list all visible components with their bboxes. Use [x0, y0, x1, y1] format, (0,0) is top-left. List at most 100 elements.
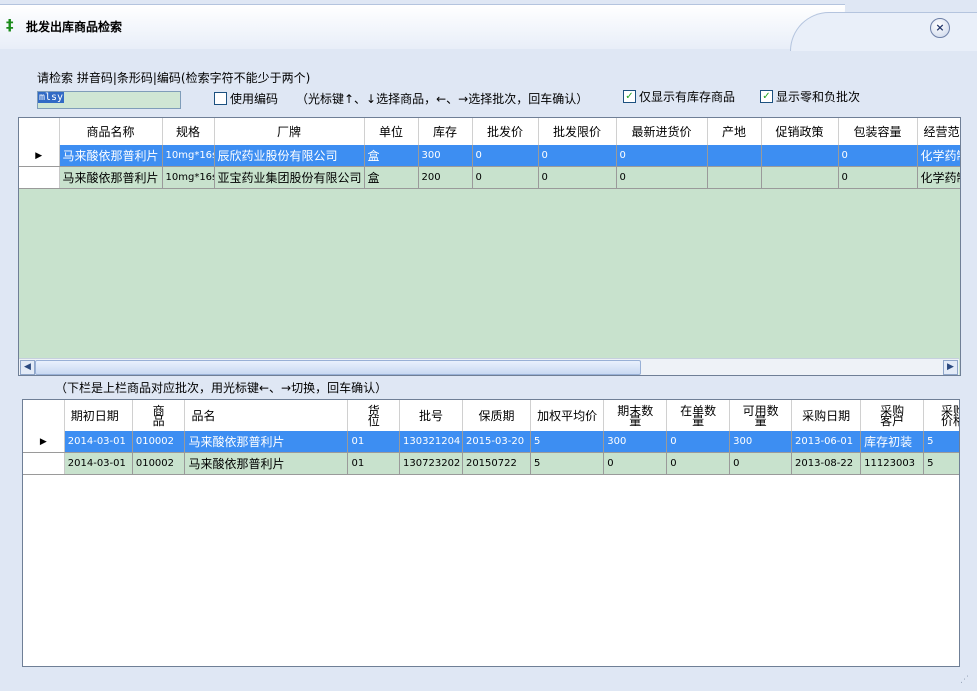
cell[interactable]: 10mg*16s	[162, 166, 215, 189]
navigation-instructions: （光标键↑、↓选择商品，←、→选择批次，回车确认）	[296, 92, 589, 106]
col-header[interactable]: 保质期	[462, 400, 532, 431]
col-header[interactable]: 商品名称	[59, 118, 163, 145]
use-code-label: 使用编码	[230, 92, 279, 106]
row-header-corner	[23, 400, 65, 431]
search-hint: 请检索 拼音码|条形码|编码(检索字符不能少于两个)	[37, 71, 311, 85]
cell[interactable]: 化学药制	[917, 166, 960, 189]
cell[interactable]: 0	[616, 145, 708, 167]
cell[interactable]: 0	[666, 452, 731, 475]
col-header[interactable]: 采购客户	[860, 400, 925, 431]
cell[interactable]: 马来酸依那普利片	[59, 166, 163, 189]
cell[interactable]: 11123003	[860, 452, 925, 475]
col-header[interactable]: 加权平均价	[530, 400, 605, 431]
cell[interactable]: 化学药制	[917, 145, 960, 167]
col-header[interactable]: 促销政策	[761, 118, 839, 145]
col-header[interactable]: 规格	[162, 118, 215, 145]
cell[interactable]: 2015-03-20	[462, 431, 532, 453]
col-header[interactable]: 最新进货价	[616, 118, 708, 145]
cell[interactable]: 0	[616, 166, 708, 189]
col-header[interactable]: 批发价	[472, 118, 539, 145]
only-in-stock-check-icon[interactable]: ✓	[623, 90, 636, 103]
cell[interactable]: 130723202	[399, 452, 463, 475]
col-header[interactable]: 采购日期	[791, 400, 862, 431]
use-code-checkbox[interactable]: 使用编码	[214, 90, 278, 107]
cell[interactable]: 5	[923, 452, 959, 475]
cell[interactable]: 0	[538, 145, 617, 167]
only-in-stock-checkbox[interactable]: ✓ 仅显示有库存商品	[623, 88, 735, 105]
cell[interactable]: 0	[838, 166, 918, 189]
use-code-checkbox-box[interactable]	[214, 92, 227, 105]
cell[interactable]: 盒	[364, 145, 419, 167]
app-logo-icon: ‡	[6, 16, 14, 34]
scroll-right-icon[interactable]: ▶	[943, 360, 958, 375]
title-bar: ‡ 批发出库商品检索 ×	[0, 0, 977, 52]
cell[interactable]: 300	[418, 145, 473, 167]
col-header[interactable]: 经营范	[917, 118, 960, 145]
cell[interactable]	[761, 145, 839, 167]
cell[interactable]: 010002	[132, 452, 186, 475]
product-grid[interactable]: 商品名称 规格 厂牌 单位 库存 批发价 批发限价 最新进货价 产地 促销政策 …	[18, 117, 961, 376]
col-header[interactable]: 期初日期	[64, 400, 133, 431]
cell[interactable]: 200	[418, 166, 473, 189]
col-header[interactable]: 可用数量	[729, 400, 793, 431]
col-header[interactable]: 采购价格	[923, 400, 959, 431]
cell[interactable]: 01	[347, 431, 401, 453]
col-header[interactable]: 商品	[132, 400, 186, 431]
cell[interactable]: 01	[347, 452, 401, 475]
cell[interactable]: 2014-03-01	[64, 431, 133, 453]
cell[interactable]: 0	[603, 452, 668, 475]
cell[interactable]: 0	[729, 452, 793, 475]
show-zero-negative-checkbox[interactable]: ✓ 显示零和负批次	[760, 88, 860, 105]
scroll-left-icon[interactable]: ◀	[20, 360, 35, 375]
cell[interactable]: 300	[729, 431, 793, 453]
cell[interactable]: 马来酸依那普利片	[184, 431, 349, 453]
table-row[interactable]: ▶ 2014-03-01 010002 马来酸依那普利片 01 13032120…	[23, 431, 959, 453]
cell[interactable]: 马来酸依那普利片	[59, 145, 163, 167]
cell[interactable]: 0	[538, 166, 617, 189]
col-header[interactable]: 产地	[707, 118, 762, 145]
cell[interactable]: 0	[666, 431, 731, 453]
cell[interactable]	[707, 166, 762, 189]
cell[interactable]: 5	[923, 431, 959, 453]
cell[interactable]: 0	[472, 145, 539, 167]
col-header[interactable]: 单位	[364, 118, 419, 145]
cell[interactable]	[761, 166, 839, 189]
cell[interactable]: 库存初装	[860, 431, 925, 453]
col-header[interactable]: 包装容量	[838, 118, 918, 145]
col-header[interactable]: 期末数量	[603, 400, 668, 431]
table-row[interactable]: 马来酸依那普利片 10mg*16s 亚宝药业集团股份有限公司 盒 200 0 0…	[19, 166, 960, 189]
col-header[interactable]: 库存	[418, 118, 473, 145]
cell[interactable]: 300	[603, 431, 668, 453]
cell[interactable]: 20150722	[462, 452, 532, 475]
show-zero-negative-check-icon[interactable]: ✓	[760, 90, 773, 103]
col-header[interactable]: 货位	[347, 400, 401, 431]
resize-grip-icon[interactable]: ⋰	[960, 675, 972, 687]
cell[interactable]: 盒	[364, 166, 419, 189]
col-header[interactable]: 品名	[184, 400, 349, 431]
table-row[interactable]: 2014-03-01 010002 马来酸依那普利片 01 130723202 …	[23, 452, 959, 475]
cell[interactable]: 2014-03-01	[64, 452, 133, 475]
cell[interactable]: 010002	[132, 431, 186, 453]
product-grid-hscrollbar[interactable]: ◀ ▶	[19, 358, 959, 375]
cell[interactable]: 辰欣药业股份有限公司	[214, 145, 365, 167]
col-header[interactable]: 在单数量	[666, 400, 731, 431]
cell[interactable]: 0	[838, 145, 918, 167]
batch-grid[interactable]: 期初日期 商品 品名 货位 批号 保质期 加权平均价 期末数量 在单数量 可用数…	[22, 399, 960, 667]
cell[interactable]: 130321204	[399, 431, 463, 453]
cell[interactable]	[707, 145, 762, 167]
scrollbar-thumb[interactable]	[35, 360, 641, 375]
col-header[interactable]: 厂牌	[214, 118, 365, 145]
search-input[interactable]: mlsy	[37, 91, 181, 109]
cell[interactable]: 2013-08-22	[791, 452, 862, 475]
cell[interactable]: 5	[530, 431, 605, 453]
cell[interactable]: 0	[472, 166, 539, 189]
table-row[interactable]: ▶ 马来酸依那普利片 10mg*16s 辰欣药业股份有限公司 盒 300 0 0…	[19, 145, 960, 167]
cell[interactable]: 亚宝药业集团股份有限公司	[214, 166, 365, 189]
col-header[interactable]: 批发限价	[538, 118, 617, 145]
cell[interactable]: 5	[530, 452, 605, 475]
cell[interactable]: 马来酸依那普利片	[184, 452, 349, 475]
close-button[interactable]: ×	[930, 18, 950, 38]
cell[interactable]: 10mg*16s	[162, 145, 215, 167]
cell[interactable]: 2013-06-01	[791, 431, 862, 453]
col-header[interactable]: 批号	[399, 400, 463, 431]
